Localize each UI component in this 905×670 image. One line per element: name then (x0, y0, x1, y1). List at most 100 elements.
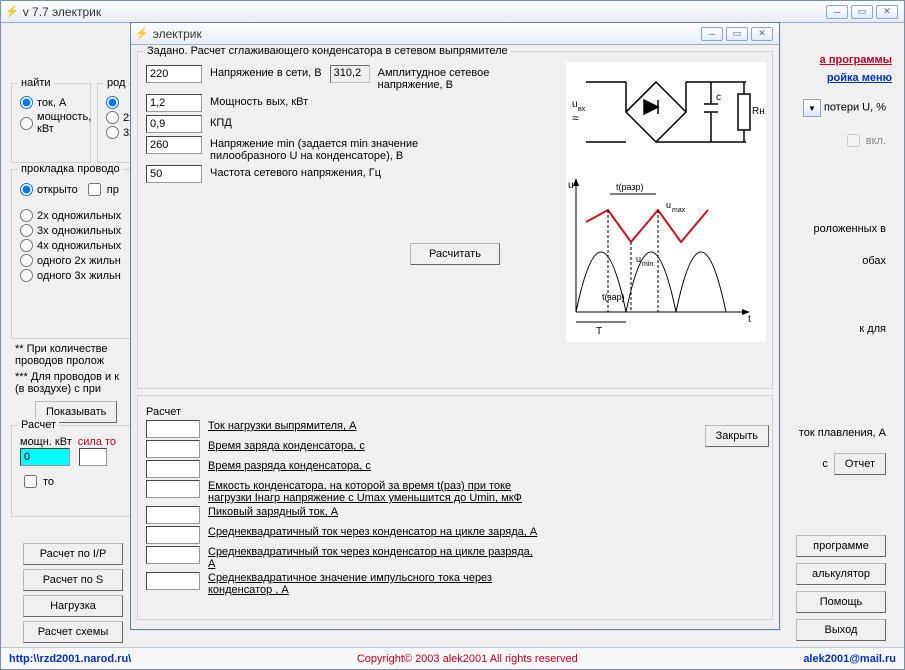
rod-opt1[interactable] (106, 96, 128, 109)
load-button[interactable]: Нагрузка (23, 595, 123, 617)
rod-2x-radio[interactable]: 2x (106, 111, 128, 124)
amp-label2: напряжение, В (378, 79, 490, 91)
svg-text:t: t (748, 314, 751, 325)
amp-label1: Амплитудное сетевое (378, 67, 490, 79)
out3-label[interactable]: Время разряда конденсатора, с (208, 460, 371, 472)
kpd-input[interactable] (146, 115, 202, 133)
kpd-label: КПД (210, 115, 232, 129)
wire-4x1-label: 4x одножильных (37, 240, 121, 252)
svg-text:t(разр): t(разр) (616, 182, 644, 192)
to-checkbox[interactable]: то (20, 472, 128, 491)
dialog-window: ⚡ электрик ─ ▭ ✕ Задано. Расчет сглажива… (130, 22, 780, 630)
out6-label[interactable]: Среднеквадратичный ток через конденсатор… (208, 526, 537, 538)
voltage-input[interactable] (146, 65, 202, 83)
to-label: то (43, 476, 54, 488)
status-url[interactable]: http:\\rzd2001.narod.ru\ (9, 653, 131, 665)
wire-1x2-radio[interactable]: одного 2x жильн (20, 254, 128, 267)
melt-area: ток плавления, А (799, 427, 886, 439)
losses-combo[interactable]: ▼ (803, 99, 821, 117)
scheme-button[interactable]: Расчет схемы (23, 621, 123, 643)
wire-3x1-radio[interactable]: 3x одножильных (20, 224, 128, 237)
svg-text:Rн: Rн (752, 106, 765, 117)
out2-field (146, 440, 200, 458)
laying-open-radio[interactable]: открыто (20, 182, 78, 197)
umin-label2: пилообразного U на конденсаторе), В (210, 150, 418, 162)
laying-open-label: открыто (37, 184, 78, 196)
notes: ** При количестве проводов пролож *** Дл… (15, 343, 137, 395)
rod-3x-radio[interactable]: 3x (106, 126, 128, 139)
note1b: проводов пролож (15, 355, 137, 367)
rod-legend: род (104, 77, 128, 89)
dialog-maximize-button[interactable]: ▭ (726, 27, 748, 41)
right-text3: к для (859, 323, 886, 335)
sila-input[interactable] (79, 448, 107, 466)
svg-text:u: u (572, 99, 578, 110)
power-input-dlg[interactable] (146, 94, 202, 112)
voltage-label: Напряжение в сети, В (210, 65, 322, 79)
result-legend: Расчет (146, 406, 181, 418)
dialog-minimize-button[interactable]: ─ (701, 27, 723, 41)
svg-text:min: min (642, 261, 653, 268)
task-group: Задано. Расчет сглаживающего конденсатор… (137, 51, 773, 389)
umin-label1: Напряжение min (задается min значение (210, 138, 418, 150)
program-link[interactable]: а программы (820, 54, 892, 66)
maximize-button[interactable]: ▭ (851, 5, 873, 19)
losses-label: потери U, % (824, 102, 886, 114)
otchet-button[interactable]: Отчет (834, 453, 886, 475)
right-links: а программы ройка меню (820, 51, 892, 87)
umin-input[interactable] (146, 136, 202, 154)
menu-link[interactable]: ройка меню (827, 72, 892, 84)
dialog-close-button[interactable]: ✕ (751, 27, 773, 41)
out5-label[interactable]: Пиковый зарядный ток, А (208, 506, 338, 518)
right-text2: обах (862, 255, 886, 267)
svg-text:вх: вх (578, 106, 586, 113)
minimize-button[interactable]: ─ (826, 5, 848, 19)
result-group: Расчет Ток нагрузки выпрямителя, А Время… (137, 395, 773, 620)
find-power-label: мощность, кВт (37, 111, 91, 135)
calculate-button[interactable]: Расчитать (410, 243, 500, 265)
main-raschet-group: Расчет мощн. кВт сила то то (11, 425, 137, 517)
find-tok-radio[interactable]: ток, А (20, 96, 82, 109)
power-input[interactable] (20, 448, 70, 466)
help-button[interactable]: Помощь (796, 591, 886, 613)
vkl-checkbox (847, 134, 860, 147)
out4-label[interactable]: Емкость конденсатора, на которой за врем… (208, 480, 538, 504)
laying-legend: прокладка проводо (18, 163, 123, 175)
out8-label[interactable]: Среднеквадратичное значение импульсного … (208, 572, 538, 596)
svg-text:u: u (636, 254, 641, 264)
svg-text:u: u (568, 180, 574, 191)
find-tok-label: ток, А (37, 97, 66, 109)
laying-group: прокладка проводо открыто пр 2x одножиль… (11, 169, 137, 339)
status-copyright: Copyright© 2003 alek2001 All rights rese… (131, 653, 803, 665)
find-group: найти ток, А мощность, кВт (11, 83, 91, 163)
calc-ip-button[interactable]: Расчет по I/P (23, 543, 123, 565)
out2-label[interactable]: Время заряда конденсатора, с (208, 440, 365, 452)
out1-label[interactable]: Ток нагрузки выпрямителя, А (208, 420, 356, 432)
close-button[interactable]: ✕ (876, 5, 898, 19)
wire-4x1-radio[interactable]: 4x одножильных (20, 239, 128, 252)
wire-1x2-label: одного 2x жильн (37, 255, 121, 267)
wire-2x1-radio[interactable]: 2x одножильных (20, 209, 128, 222)
statusbar: http:\\rzd2001.narod.ru\ Copyright© 2003… (1, 647, 904, 669)
out8-field (146, 572, 200, 590)
calculator-button[interactable]: алькулятор (796, 563, 886, 585)
out7-label[interactable]: Среднеквадратичный ток через конденсатор… (208, 546, 538, 570)
status-email[interactable]: alek2001@mail.ru (803, 653, 896, 665)
exit-button[interactable]: Выход (796, 619, 886, 641)
freq-input[interactable] (146, 165, 202, 183)
svg-text:t(зар): t(зар) (602, 292, 625, 302)
about-button[interactable]: программе (796, 535, 886, 557)
calc-s-button[interactable]: Расчет по S (23, 569, 123, 591)
find-power-radio[interactable]: мощность, кВт (20, 111, 82, 135)
circuit-diagram: uвх ≈ c Rн u t (566, 62, 766, 342)
svg-text:u: u (666, 200, 671, 210)
main-titlebar: ⚡ v 7.7 электрик ─ ▭ ✕ (1, 1, 904, 23)
svg-text:max: max (672, 207, 686, 214)
s-label: с (822, 458, 828, 470)
svg-text:≈: ≈ (572, 111, 579, 125)
wire-1x3-radio[interactable]: одного 3x жильн (20, 269, 128, 282)
out4-field (146, 480, 200, 498)
dialog-client: Задано. Расчет сглаживающего конденсатор… (131, 45, 779, 629)
laying-pr-check[interactable]: пр (84, 180, 119, 199)
find-legend: найти (18, 77, 54, 89)
